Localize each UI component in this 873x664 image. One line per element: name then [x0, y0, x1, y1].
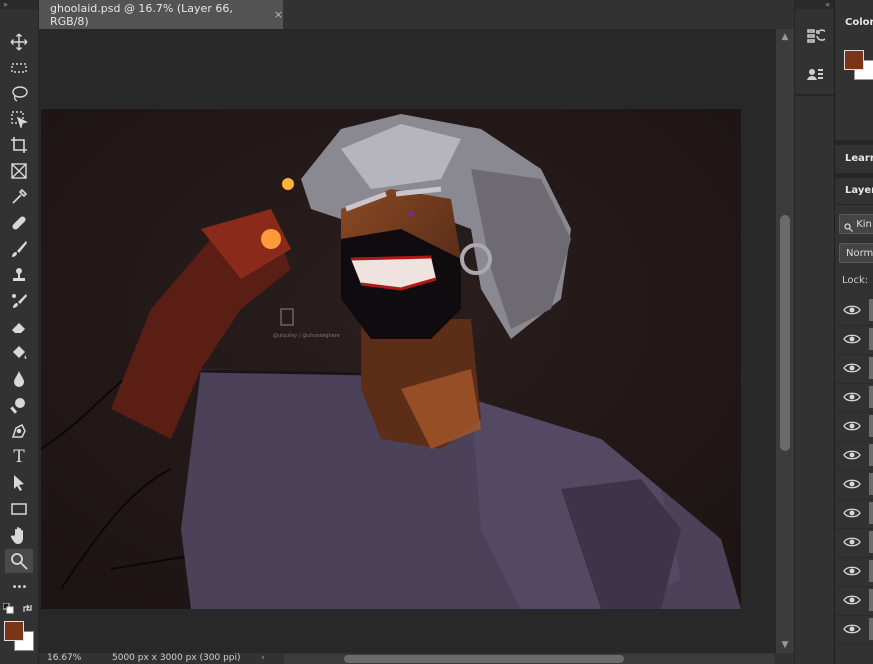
lasso-tool-icon[interactable]	[5, 82, 33, 106]
status-bar: 16.67% 5000 px x 3000 px (300 ppi) ›	[39, 653, 794, 664]
layer-row[interactable]	[835, 499, 873, 529]
layer-thumbnail[interactable]	[869, 357, 873, 379]
close-tab-icon[interactable]: ×	[274, 8, 283, 21]
layers-header-rule	[835, 204, 873, 205]
layer-row[interactable]	[835, 615, 873, 645]
layer-row[interactable]	[835, 296, 873, 326]
paint-bucket-tool-icon[interactable]	[5, 341, 33, 365]
marquee-tool-icon[interactable]	[5, 56, 33, 80]
horizontal-scrollbar[interactable]	[284, 654, 774, 664]
layer-thumbnail[interactable]	[869, 502, 873, 524]
visibility-eye-icon[interactable]	[843, 420, 861, 432]
layer-row[interactable]	[835, 528, 873, 558]
brush-tool-icon[interactable]	[5, 237, 33, 261]
layer-row[interactable]	[835, 586, 873, 616]
history-panel-icon[interactable]	[797, 22, 832, 50]
visibility-eye-icon[interactable]	[843, 362, 861, 374]
tools-panel: » T •••	[0, 0, 39, 664]
visibility-eye-icon[interactable]	[843, 536, 861, 548]
visibility-eye-icon[interactable]	[843, 333, 861, 345]
type-tool-icon[interactable]: T	[5, 445, 33, 469]
swap-colors-icon[interactable]	[22, 603, 33, 614]
visibility-eye-icon[interactable]	[843, 565, 861, 577]
dodge-tool-icon[interactable]	[5, 393, 33, 417]
layer-row[interactable]	[835, 412, 873, 442]
learn-panel-tab[interactable]: Learn	[835, 146, 873, 172]
panel-separator	[835, 140, 873, 145]
move-tool-icon[interactable]	[5, 30, 33, 54]
history-brush-tool-icon[interactable]	[5, 289, 33, 313]
document-info: 5000 px x 3000 px (300 ppi)	[112, 653, 241, 663]
color-panel-foreground-swatch[interactable]	[844, 50, 864, 70]
layer-filter-kind[interactable]: Kin	[839, 214, 873, 234]
rectangle-tool-icon[interactable]	[5, 497, 33, 521]
hand-tool-icon[interactable]	[5, 523, 33, 547]
layer-thumbnail[interactable]	[869, 444, 873, 466]
scroll-down-arrow-icon[interactable]: ▼	[776, 637, 794, 653]
layers-panel-tab[interactable]: Layers	[835, 178, 873, 204]
clone-stamp-tool-icon[interactable]	[5, 263, 33, 287]
layer-thumbnail[interactable]	[869, 299, 873, 321]
blur-tool-icon[interactable]	[5, 367, 33, 391]
properties-panel-icon[interactable]	[797, 60, 832, 88]
pen-tool-icon[interactable]	[5, 419, 33, 443]
status-menu-arrow-icon[interactable]: ›	[261, 653, 265, 664]
visibility-eye-icon[interactable]	[843, 449, 861, 461]
layer-filter-kind-label: Kin	[856, 219, 872, 230]
visibility-eye-icon[interactable]	[843, 478, 861, 490]
healing-brush-tool-icon[interactable]	[5, 211, 33, 235]
toolbar-grip[interactable]: »	[0, 0, 38, 9]
default-colors-icon[interactable]	[2, 602, 14, 614]
layer-thumbnail[interactable]	[869, 473, 873, 495]
visibility-eye-icon[interactable]	[843, 304, 861, 316]
zoom-level-field[interactable]: 16.67%	[39, 653, 87, 664]
path-select-tool-icon[interactable]	[5, 471, 33, 495]
more-tools-icon[interactable]: •••	[5, 575, 33, 599]
layer-thumbnail[interactable]	[869, 589, 873, 611]
panel-dock: «	[794, 0, 834, 664]
artwork-canvas[interactable]: @ulquilsy / @uhoolaighere	[41, 109, 741, 609]
layer-thumbnail[interactable]	[869, 531, 873, 553]
document-tab-bar: ghoolaid.psd @ 16.7% (Layer 66, RGB/8) ×	[39, 0, 794, 29]
layer-row[interactable]	[835, 383, 873, 413]
foreground-color-swatch[interactable]	[4, 621, 24, 641]
right-panels: Color Learn Layers Kin Norma Lock:	[834, 0, 873, 664]
zoom-tool-icon[interactable]	[5, 549, 33, 573]
visibility-eye-icon[interactable]	[843, 594, 861, 606]
document-tab-title: ghoolaid.psd @ 16.7% (Layer 66, RGB/8)	[50, 1, 233, 28]
dock-divider	[795, 94, 834, 96]
canvas-area[interactable]: @ulquilsy / @uhoolaighere	[39, 29, 776, 653]
layer-thumbnail[interactable]	[869, 618, 873, 640]
layer-thumbnail[interactable]	[869, 386, 873, 408]
frame-tool-icon[interactable]	[5, 159, 33, 183]
vertical-scrollbar[interactable]: ▲ ▼	[776, 29, 794, 653]
layer-row[interactable]	[835, 325, 873, 355]
layer-row[interactable]	[835, 470, 873, 500]
blend-mode-select[interactable]: Norma	[839, 243, 873, 263]
artwork-watermark: @ulquilsy / @uhoolaighere	[273, 333, 340, 339]
layer-row[interactable]	[835, 557, 873, 587]
scroll-up-arrow-icon[interactable]: ▲	[776, 29, 794, 45]
horizontal-scroll-thumb[interactable]	[344, 655, 624, 663]
layer-thumbnail[interactable]	[869, 328, 873, 350]
color-panel-tab[interactable]: Color	[835, 10, 873, 36]
vertical-scroll-thumb[interactable]	[780, 215, 790, 451]
crop-tool-icon[interactable]	[5, 133, 33, 157]
layer-thumbnail[interactable]	[869, 415, 873, 437]
eraser-tool-icon[interactable]	[5, 315, 33, 339]
visibility-eye-icon[interactable]	[843, 507, 861, 519]
visibility-eye-icon[interactable]	[843, 623, 861, 635]
layer-row[interactable]	[835, 441, 873, 471]
visibility-eye-icon[interactable]	[843, 391, 861, 403]
dock-grip[interactable]: «	[795, 0, 834, 9]
lock-label: Lock:	[842, 275, 869, 286]
object-select-tool-icon[interactable]	[5, 107, 33, 131]
eyedropper-tool-icon[interactable]	[5, 185, 33, 209]
search-icon	[844, 220, 853, 232]
document-tab[interactable]: ghoolaid.psd @ 16.7% (Layer 66, RGB/8) ×	[39, 0, 283, 29]
layer-thumbnail[interactable]	[869, 560, 873, 582]
layer-row[interactable]	[835, 354, 873, 384]
